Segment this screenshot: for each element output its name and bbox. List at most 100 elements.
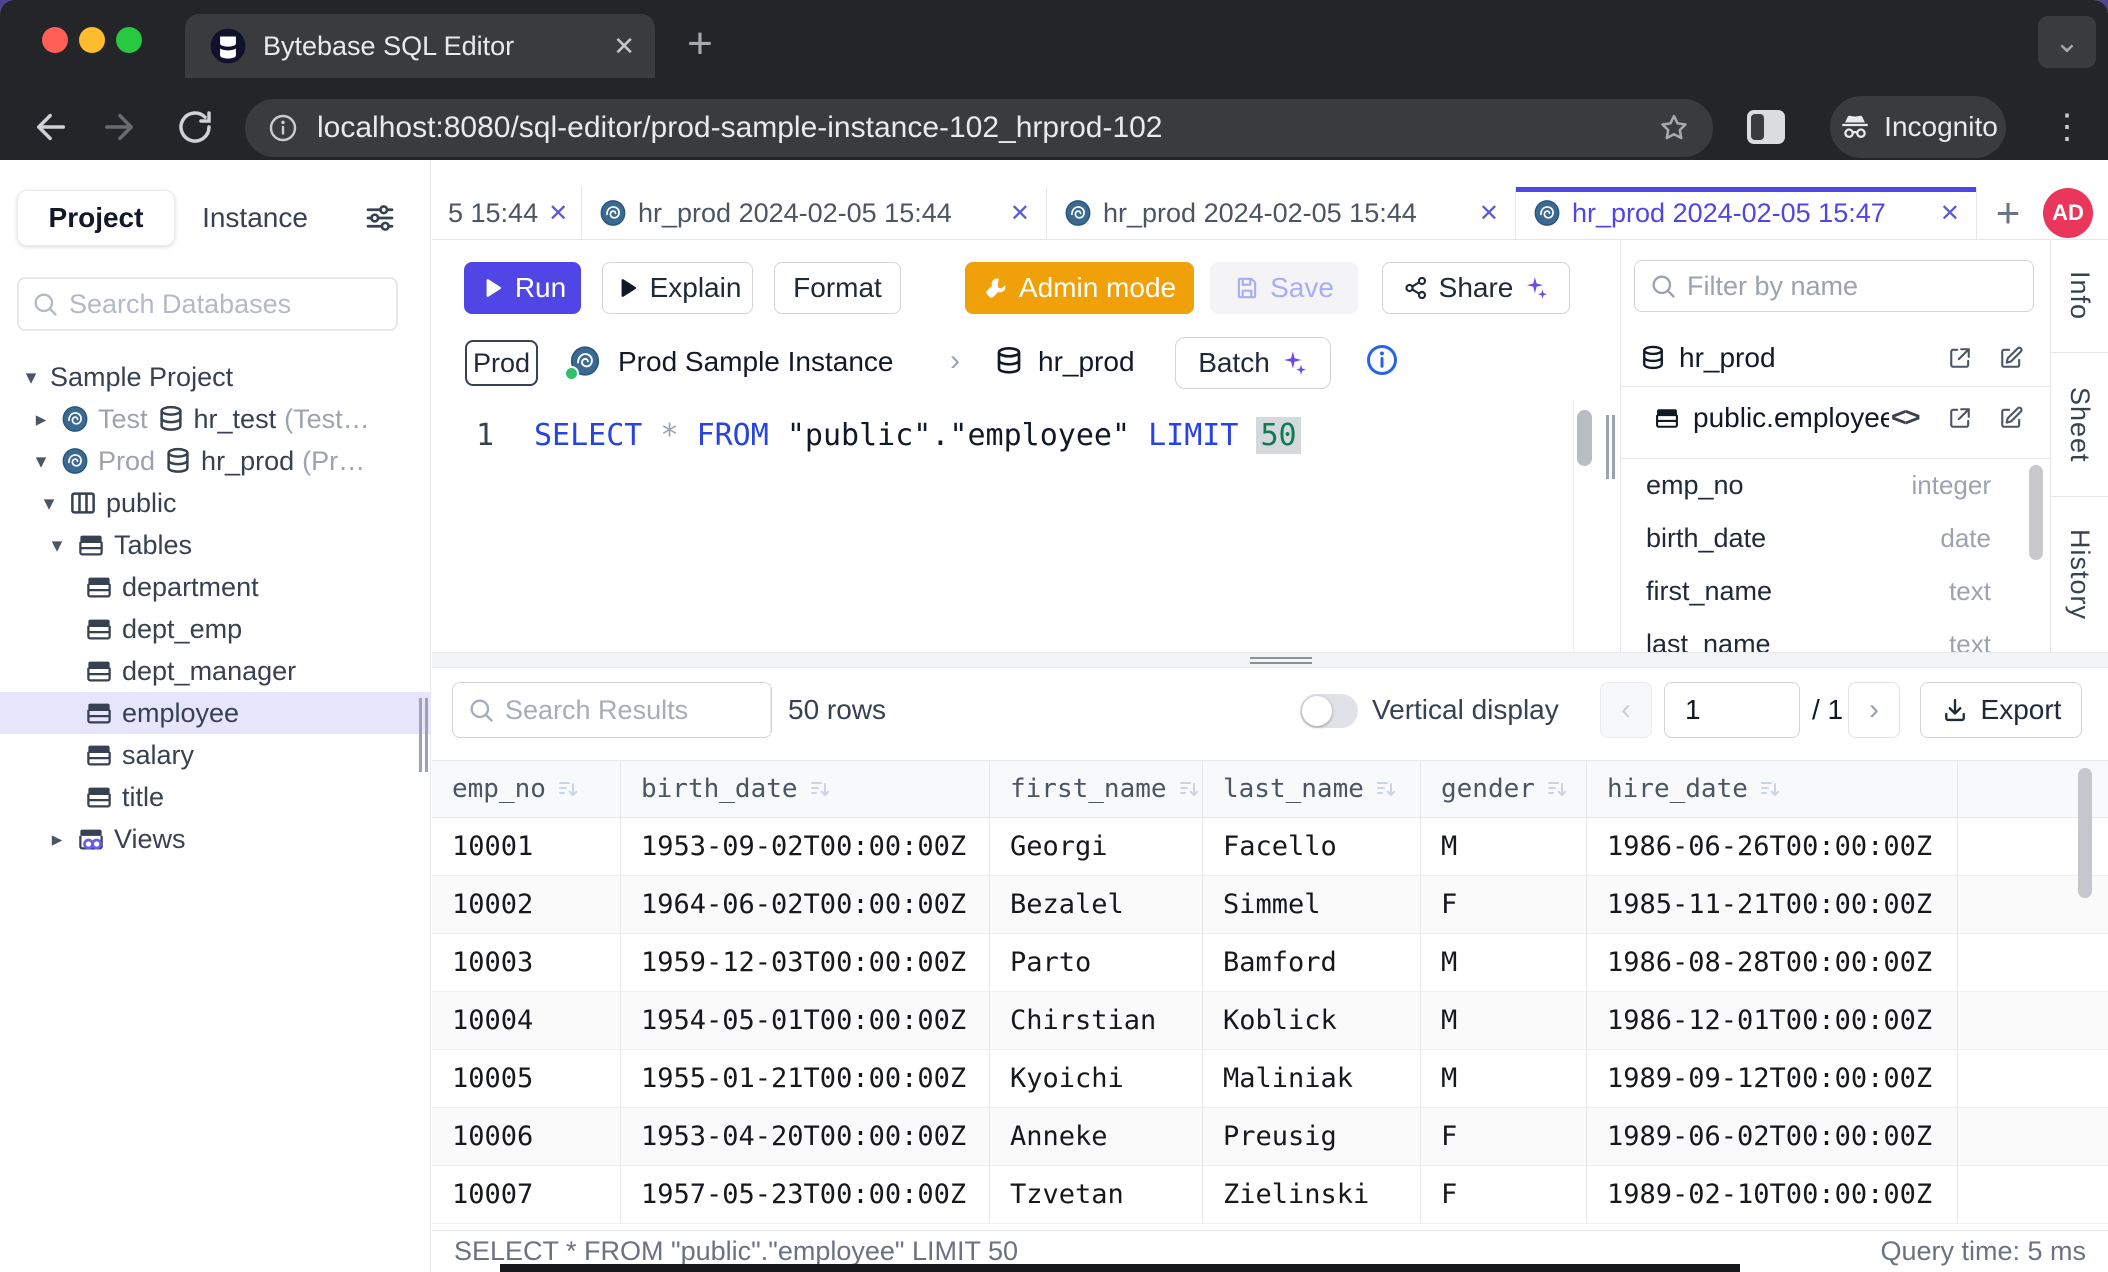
tree-item-views[interactable]: ▸Views	[0, 818, 431, 860]
schema-column-emp_no[interactable]: emp_nointeger	[1621, 459, 2050, 512]
table-cell[interactable]: F	[1421, 1166, 1587, 1224]
table-cell[interactable]: Simmel	[1203, 876, 1421, 934]
admin-mode-button[interactable]: Admin mode	[965, 262, 1194, 314]
editor-tab-4[interactable]: hr_prod 2024-02-05 15:47✕	[1516, 187, 1977, 239]
explain-button[interactable]: Explain	[602, 262, 753, 314]
table-cell[interactable]: M	[1421, 992, 1587, 1050]
table-cell[interactable]: M	[1421, 1050, 1587, 1108]
tab-search-chevron-icon[interactable]: ⌄	[2038, 16, 2096, 68]
search-results-input[interactable]	[505, 695, 757, 726]
table-cell[interactable]: Maliniak	[1203, 1050, 1421, 1108]
edit-icon[interactable]	[1997, 344, 2025, 372]
back-button[interactable]	[30, 106, 72, 148]
column-header-birth_date[interactable]: birth_date	[621, 761, 990, 817]
tree-item-department[interactable]: department	[0, 566, 431, 608]
page-number-input[interactable]	[1665, 683, 1799, 737]
run-button[interactable]: Run	[464, 262, 581, 314]
tree-item-dept-manager[interactable]: dept_manager	[0, 650, 431, 692]
table-cell[interactable]: Bezalel	[990, 876, 1203, 934]
tree-item-salary[interactable]: salary	[0, 734, 431, 776]
table-cell[interactable]: Anneke	[990, 1108, 1203, 1166]
save-button[interactable]: Save	[1210, 262, 1358, 314]
table-cell[interactable]: 1989-09-12T00:00:00Z	[1587, 1050, 1958, 1108]
column-header-emp_no[interactable]: emp_no	[432, 761, 621, 817]
tree-item-prod-hr-prod[interactable]: ▾Prodhr_prod(Pr…	[0, 440, 431, 482]
column-header-hire_date[interactable]: hire_date	[1587, 761, 1958, 817]
info-circle-icon[interactable]	[1364, 342, 1400, 378]
table-cell[interactable]: M	[1421, 934, 1587, 992]
tree-item-public[interactable]: ▾public	[0, 482, 431, 524]
table-cell[interactable]: 10003	[432, 934, 621, 992]
table-cell[interactable]: Preusig	[1203, 1108, 1421, 1166]
browser-menu-kebab-icon[interactable]: ⋮	[2042, 104, 2092, 150]
traffic-light-zoom[interactable]	[116, 27, 142, 53]
panel-database-row[interactable]: hr_prod	[1621, 332, 2050, 384]
table-cell[interactable]: 1989-02-10T00:00:00Z	[1587, 1166, 1958, 1224]
editor-tab-2[interactable]: hr_prod 2024-02-05 15:44✕	[582, 187, 1047, 239]
caret-down-icon[interactable]: ▾	[30, 449, 52, 474]
table-cell[interactable]: 1989-06-02T00:00:00Z	[1587, 1108, 1958, 1166]
prev-page-button[interactable]: ‹	[1600, 682, 1652, 738]
next-page-button[interactable]: ›	[1848, 682, 1900, 738]
table-cell[interactable]: Tzvetan	[990, 1166, 1203, 1224]
tree-item-tables[interactable]: ▾Tables	[0, 524, 431, 566]
panel-resize-handle[interactable]	[1601, 240, 1620, 652]
traffic-light-close[interactable]	[42, 27, 68, 53]
new-query-tab-button[interactable]: +	[1977, 187, 2039, 239]
table-cell[interactable]: 1955-01-21T00:00:00Z	[621, 1050, 990, 1108]
traffic-light-minimize[interactable]	[79, 27, 105, 53]
table-cell[interactable]: 1964-06-02T00:00:00Z	[621, 876, 990, 934]
column-header-first_name[interactable]: first_name	[990, 761, 1203, 817]
caret-down-icon[interactable]: ▾	[46, 533, 68, 558]
sidebar-tab-project[interactable]: Project	[17, 190, 175, 246]
search-databases-input[interactable]	[69, 289, 384, 320]
results-scrollbar-thumb[interactable]	[2078, 768, 2092, 898]
table-cell[interactable]: 1953-09-02T00:00:00Z	[621, 818, 990, 876]
url-bar[interactable]: localhost:8080/sql-editor/prod-sample-in…	[245, 99, 1713, 157]
export-button[interactable]: Export	[1920, 682, 2082, 738]
close-tab-icon[interactable]: ✕	[1940, 199, 1960, 228]
table-cell[interactable]: 10005	[432, 1050, 621, 1108]
panel-table-row[interactable]: public.employee <>	[1621, 386, 2050, 448]
table-cell[interactable]: Kyoichi	[990, 1050, 1203, 1108]
tree-item-sample-project[interactable]: ▾Sample Project	[0, 356, 431, 398]
caret-right-icon[interactable]: ▸	[30, 407, 52, 432]
browser-tab-close-icon[interactable]: ✕	[613, 31, 635, 62]
format-button[interactable]: Format	[774, 262, 901, 314]
schema-column-first_name[interactable]: first_nametext	[1621, 565, 2050, 618]
bookmark-star-icon[interactable]	[1657, 111, 1691, 145]
caret-right-icon[interactable]: ▸	[46, 827, 68, 852]
editor-scrollbar-thumb[interactable]	[1577, 410, 1592, 466]
breadcrumb-database[interactable]: hr_prod	[1038, 346, 1135, 378]
table-cell[interactable]: 1986-12-01T00:00:00Z	[1587, 992, 1958, 1050]
close-tab-icon[interactable]: ✕	[1479, 199, 1499, 228]
tree-item-test-hr-test[interactable]: ▸Testhr_test(Test…	[0, 398, 431, 440]
table-cell[interactable]: 10004	[432, 992, 621, 1050]
table-cell[interactable]: Facello	[1203, 818, 1421, 876]
browser-tab[interactable]: Bytebase SQL Editor ✕	[185, 14, 655, 78]
filter-sliders-icon[interactable]	[362, 200, 398, 236]
rail-tab-history[interactable]: History	[2051, 497, 2108, 652]
schema-column-last_name[interactable]: last_nametext	[1621, 618, 2050, 652]
column-header-gender[interactable]: gender	[1421, 761, 1587, 817]
ai-sparkles-icon[interactable]	[1523, 275, 1549, 301]
table-cell[interactable]: 10007	[432, 1166, 621, 1224]
column-header-last_name[interactable]: last_name	[1203, 761, 1421, 817]
sidebar-resize-handle[interactable]	[419, 698, 429, 772]
table-cell[interactable]: 1957-05-23T00:00:00Z	[621, 1166, 990, 1224]
external-link-icon[interactable]	[1946, 404, 1974, 432]
table-cell[interactable]: Bamford	[1203, 934, 1421, 992]
side-panel-button[interactable]	[1747, 110, 1785, 144]
avatar[interactable]: AD	[2043, 188, 2093, 238]
view-code-icon[interactable]: <>	[1891, 402, 1919, 433]
sql-editor[interactable]: 1 SELECT * FROM "public"."employee" LIMI…	[432, 400, 1574, 652]
close-tab-icon[interactable]: ✕	[548, 199, 568, 228]
breadcrumb-instance[interactable]: Prod Sample Instance	[618, 346, 894, 378]
schema-column-birth_date[interactable]: birth_datedate	[1621, 512, 2050, 565]
new-browser-tab-button[interactable]: +	[672, 16, 728, 72]
table-cell[interactable]: 10001	[432, 818, 621, 876]
table-cell[interactable]: F	[1421, 876, 1587, 934]
table-cell[interactable]: 1985-11-21T00:00:00Z	[1587, 876, 1958, 934]
table-cell[interactable]: 1954-05-01T00:00:00Z	[621, 992, 990, 1050]
site-info-icon[interactable]	[267, 112, 299, 144]
